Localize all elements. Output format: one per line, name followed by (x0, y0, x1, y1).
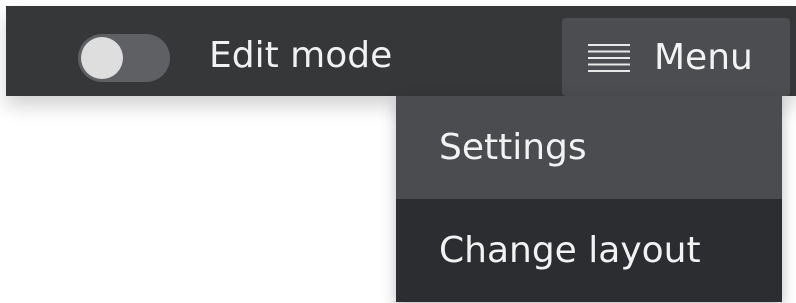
edit-mode-toggle[interactable] (78, 34, 170, 82)
menu-dropdown: Settings Change layout (396, 96, 782, 302)
top-bar: Edit mode Menu (6, 6, 796, 96)
hamburger-icon (588, 44, 630, 72)
menu-button[interactable]: Menu (562, 18, 790, 96)
menu-button-label: Menu (654, 37, 753, 78)
menu-item-change-layout[interactable]: Change layout (396, 199, 782, 302)
menu-item-settings[interactable]: Settings (396, 96, 782, 199)
edit-mode-label: Edit mode (209, 35, 393, 76)
page: Edit mode Menu Settings Change layout (0, 0, 796, 303)
toggle-knob (81, 37, 123, 79)
